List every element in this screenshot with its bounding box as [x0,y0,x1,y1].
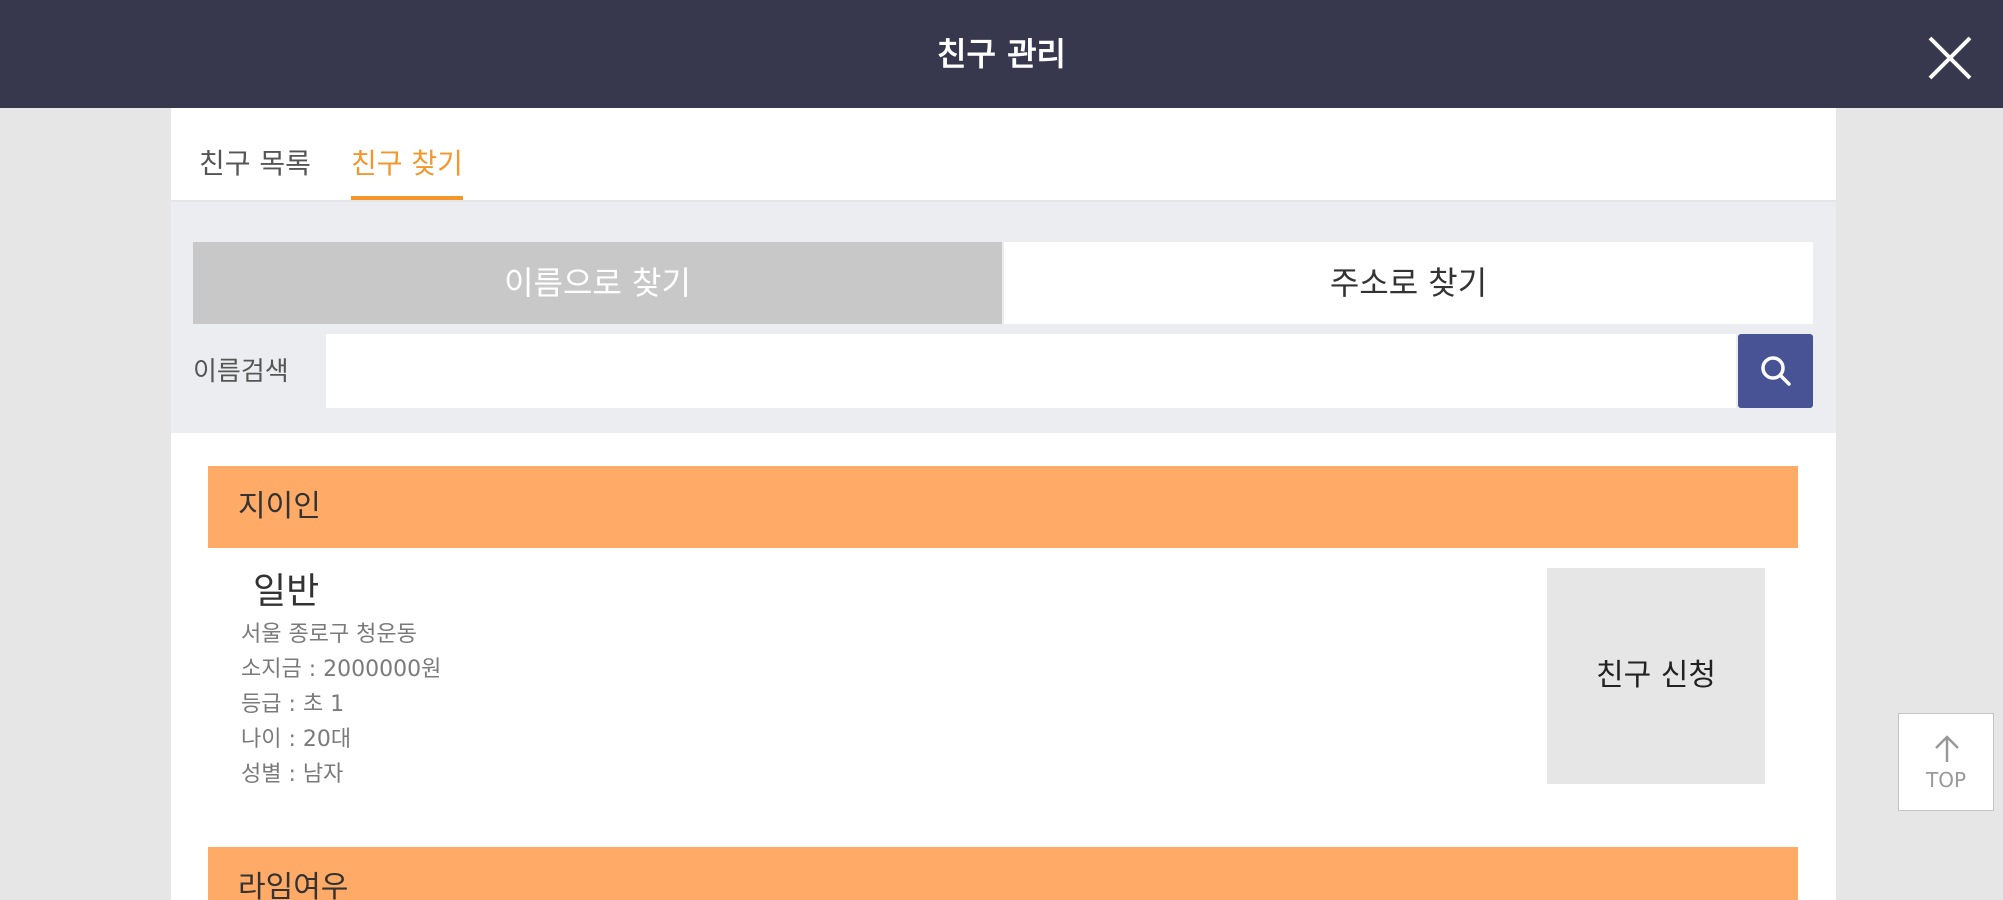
header-bar: 친구 관리 [0,0,2003,108]
result-header: 지이인 [208,466,1798,548]
search-by-name-button[interactable]: 이름으로 찾기 [193,242,1002,324]
search-icon [1761,356,1791,386]
result-name: 지이인 [238,489,321,524]
close-button[interactable] [1922,30,1978,86]
result-name: 라임여우 [238,870,349,900]
tab-friend-search[interactable]: 친구 찾기 [351,142,463,200]
result-type: 일반 [253,571,320,612]
scroll-top-button[interactable]: TOP [1898,713,1994,811]
search-button[interactable] [1738,334,1813,408]
result-header: 라임여우 [208,847,1798,900]
name-search-input[interactable] [326,334,1736,408]
arrow-up-icon [1935,735,1959,762]
page-title: 친구 관리 [937,35,1066,73]
tab-bar: 친구 목록 친구 찾기 [171,108,1836,202]
main-content: 친구 목록 친구 찾기 이름으로 찾기 주소로 찾기 이름검색 지이인 일반 서… [171,108,1836,900]
result-gender: 성별 : 남자 [241,762,344,787]
top-label: TOP [1925,768,1967,792]
result-age: 나이 : 20대 [241,727,352,752]
friend-request-button[interactable]: 친구 신청 [1547,568,1765,784]
tab-friend-list[interactable]: 친구 목록 [199,142,311,196]
search-by-address-button[interactable]: 주소로 찾기 [1004,242,1813,324]
search-label: 이름검색 [193,357,289,387]
close-icon [1928,36,1972,80]
result-money: 소지금 : 2000000원 [241,657,442,682]
result-address: 서울 종로구 청운동 [241,622,417,647]
result-grade: 등급 : 초 1 [241,692,345,717]
